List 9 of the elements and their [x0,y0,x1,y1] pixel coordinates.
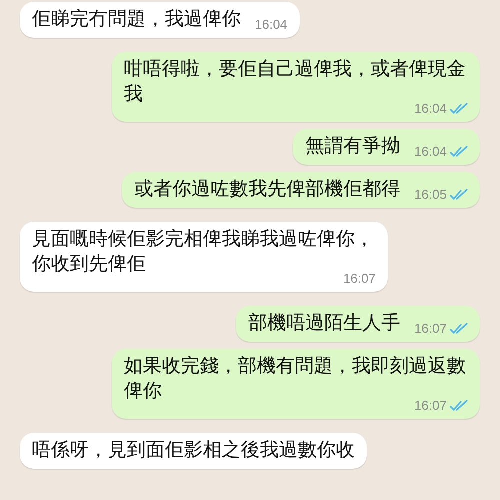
message-time: 16:05 [414,187,447,202]
message-text: 佢睇完冇問題，我過俾你 [32,8,241,32]
message-time: 16:04 [255,17,288,32]
message-text: 部機唔過陌生人手 [248,312,400,336]
message-text: 或者你過咗數我先俾部機佢都得 [134,178,400,202]
message-text: 無謂有爭拗 [305,135,400,159]
message-time: 16:07 [414,321,447,336]
message-text: 唔係呀，見到面佢影相之後我過數你收 [32,439,355,463]
message-time: 16:04 [414,144,447,159]
